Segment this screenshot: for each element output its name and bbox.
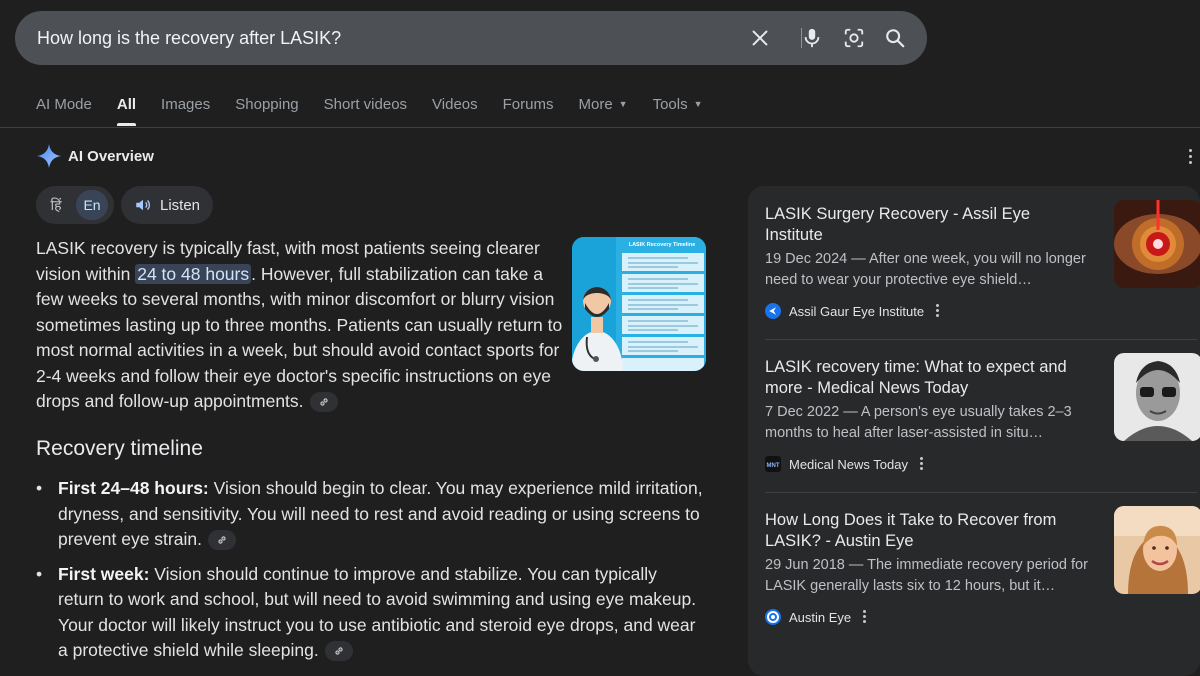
list-item: First week: Vision should continue to im…	[36, 562, 706, 664]
microphone-icon[interactable]	[800, 26, 824, 50]
link-icon	[319, 398, 328, 406]
source-thumbnail[interactable]	[1114, 353, 1200, 441]
language-english-button[interactable]: En	[76, 190, 108, 220]
divider	[765, 492, 1197, 493]
image-caption: LASIK Recovery Timeline	[629, 242, 696, 248]
listen-button[interactable]: Listen	[121, 186, 213, 224]
tabs-divider	[0, 127, 1200, 128]
more-options-icon[interactable]	[1184, 149, 1196, 167]
gemini-sparkle-icon	[37, 144, 61, 168]
tab-more[interactable]: More ▼	[578, 96, 627, 128]
source-link-chip[interactable]	[207, 530, 236, 551]
tab-images[interactable]: Images	[161, 96, 210, 128]
source-link-chip[interactable]	[309, 392, 338, 413]
link-icon	[335, 647, 343, 655]
divider	[765, 339, 1197, 340]
site-favicon-icon: MNT	[765, 456, 781, 472]
link-icon	[218, 536, 226, 544]
recovery-timeline-list: First 24–48 hours: Vision should begin t…	[36, 476, 706, 673]
tab-short-videos[interactable]: Short videos	[324, 96, 407, 128]
source-snippet: 29 Jun 2018 — The immediate recovery per…	[765, 557, 1088, 594]
chevron-down-icon: ▼	[618, 99, 628, 109]
source-title[interactable]: LASIK Surgery Recovery - Assil Eye Insti…	[765, 204, 1090, 246]
search-input[interactable]: How long is the recovery after LASIK?	[37, 11, 341, 65]
language-toggle: हिं En	[36, 186, 114, 224]
tab-all[interactable]: All	[116, 96, 137, 128]
source-site[interactable]: Assil Gaur Eye Institute	[765, 303, 940, 319]
source-snippet: 7 Dec 2022 — A person's eye usually take…	[765, 404, 1072, 441]
svg-text:MNT: MNT	[767, 463, 780, 469]
highlighted-text: 24 to 48 hours	[135, 263, 252, 284]
language-hindi-button[interactable]: हिं	[46, 186, 66, 224]
chevron-down-icon: ▼	[693, 99, 703, 109]
more-options-icon[interactable]	[919, 456, 924, 472]
lens-icon[interactable]	[842, 26, 866, 50]
tab-shopping[interactable]: Shopping	[235, 96, 298, 128]
speaker-icon	[136, 199, 150, 211]
site-favicon-icon	[765, 609, 781, 625]
source-site[interactable]: MNT Medical News Today	[765, 456, 924, 472]
section-heading: Recovery timeline	[36, 437, 203, 460]
source-snippet: 19 Dec 2024 — After one week, you will n…	[765, 251, 1086, 288]
ai-overview-header: AI Overview	[36, 143, 154, 169]
source-site[interactable]: Austin Eye	[765, 609, 867, 625]
recovery-timeline-image[interactable]: LASIK Recovery Timeline	[572, 237, 706, 371]
more-options-icon[interactable]	[936, 303, 940, 319]
source-title[interactable]: LASIK recovery time: What to expect and …	[765, 357, 1090, 399]
source-thumbnail[interactable]	[1114, 200, 1200, 288]
ai-overview-title: AI Overview	[68, 147, 154, 165]
ai-overview-summary: LASIK recovery is typically fast, with m…	[36, 238, 563, 413]
tab-ai-mode[interactable]: AI Mode	[36, 96, 92, 128]
listen-label: Listen	[159, 196, 201, 214]
site-favicon-icon	[765, 303, 781, 319]
list-item: First 24–48 hours: Vision should begin t…	[36, 476, 706, 553]
tab-forums[interactable]: Forums	[503, 96, 554, 128]
clear-icon[interactable]	[748, 26, 772, 50]
more-options-icon[interactable]	[863, 609, 867, 625]
tab-videos[interactable]: Videos	[432, 96, 478, 128]
source-thumbnail[interactable]	[1114, 506, 1200, 594]
search-icon[interactable]	[883, 26, 907, 50]
source-title[interactable]: How Long Does it Take to Recover from LA…	[765, 510, 1090, 552]
search-bar[interactable]: How long is the recovery after LASIK?	[15, 11, 927, 65]
tab-tools[interactable]: Tools ▼	[653, 96, 703, 128]
source-link-chip[interactable]	[324, 641, 353, 662]
sources-panel: LASIK Surgery Recovery - Assil Eye Insti…	[748, 186, 1200, 676]
search-tabs: AI Mode All Images Shopping Short videos…	[36, 96, 728, 128]
